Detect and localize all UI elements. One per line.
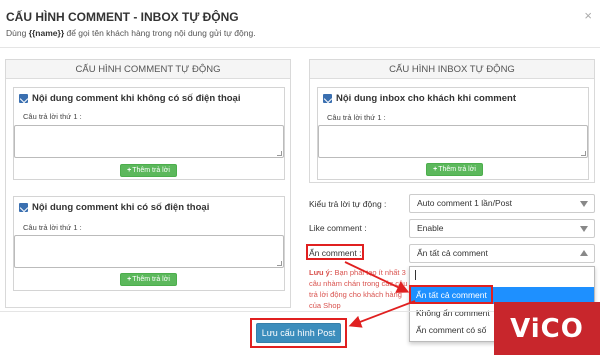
add-reply-button[interactable]: +Thêm trả lời (426, 163, 483, 176)
modal-subtitle: Dùng {{name}} để gọi tên khách hàng tron… (6, 28, 256, 38)
resize-grip-icon[interactable] (277, 261, 282, 266)
reply-type-label: Kiểu trả lời tự động : (309, 199, 387, 209)
inbox-textarea[interactable] (318, 125, 588, 158)
add-reply-button[interactable]: +Thêm trả lời (120, 164, 177, 177)
comment-phone-box: Nội dung comment khi có số điện thoại Câ… (13, 196, 285, 291)
inbox-panel-heading: CẤU HÌNH INBOX TỰ ĐỘNG (310, 60, 594, 79)
vico-logo: ViCO (494, 302, 600, 355)
comment-config-panel: CẤU HÌNH COMMENT TỰ ĐỘNG Nội dung commen… (5, 59, 291, 308)
edit-icon (19, 94, 28, 103)
highlight-save-button (250, 318, 347, 348)
reply-type-select[interactable]: Auto comment 1 lần/Post (409, 194, 595, 213)
inbox-title-text: Nội dung inbox cho khách khi comment (336, 93, 516, 104)
highlight-hide-all-option (409, 285, 493, 304)
hide-comment-select[interactable]: Ẩn tất cả comment (409, 244, 595, 263)
comment-phone-title: Nội dung comment khi có số điện thoại (19, 202, 209, 213)
plus-icon: + (127, 167, 132, 174)
add-reply-button-label: Thêm trả lời (132, 276, 170, 283)
comment-no-phone-textarea[interactable] (14, 125, 284, 158)
comment-no-phone-box: Nội dung comment khi không có số điện th… (13, 87, 285, 180)
subtitle-token: {{name}} (28, 28, 65, 38)
comment-phone-textarea[interactable] (14, 235, 284, 268)
subtitle-prefix: Dùng (6, 28, 29, 38)
chevron-down-icon (580, 226, 588, 232)
answer-label: Câu trả lời thứ 1 : (23, 223, 82, 232)
close-icon[interactable]: × (584, 8, 592, 23)
logo-text: ViCO (510, 313, 584, 344)
comment-no-phone-title: Nội dung comment khi không có số điện th… (19, 93, 240, 104)
hide-comment-value: Ẩn tất cả comment (417, 248, 488, 258)
answer-label: Câu trả lời thứ 1 : (23, 112, 82, 121)
add-reply-button-label: Thêm trả lời (438, 166, 476, 173)
highlight-hide-label (306, 244, 364, 260)
like-comment-select[interactable]: Enable (409, 219, 595, 238)
chevron-up-icon (580, 250, 588, 256)
chevron-down-icon (580, 201, 588, 207)
add-reply-button[interactable]: +Thêm trả lời (120, 273, 177, 286)
comment-no-phone-title-text: Nội dung comment khi không có số điện th… (32, 93, 241, 104)
plus-icon: + (127, 276, 132, 283)
answer-label: Câu trả lời thứ 1 : (327, 113, 386, 122)
resize-grip-icon[interactable] (581, 151, 586, 156)
note-text: Lưu ý: Bạn phải tạo ít nhất 3 câu nhàm c… (309, 267, 415, 311)
edit-icon (19, 203, 28, 212)
modal-header: CẤU HÌNH COMMENT - INBOX TỰ ĐỘNG Dùng {{… (0, 0, 600, 48)
comment-panel-heading: CẤU HÌNH COMMENT TỰ ĐỘNG (6, 60, 290, 79)
resize-grip-icon[interactable] (277, 151, 282, 156)
like-comment-label: Like comment : (309, 223, 367, 233)
add-reply-button-label: Thêm trả lời (132, 167, 170, 174)
inbox-config-panel: CẤU HÌNH INBOX TỰ ĐỘNG Nội dung inbox ch… (309, 59, 595, 183)
note-bold: Lưu ý: (309, 268, 333, 277)
plus-icon: + (433, 166, 438, 173)
inbox-title: Nội dung inbox cho khách khi comment (323, 93, 516, 104)
like-comment-value: Enable (417, 223, 444, 233)
comment-phone-title-text: Nội dung comment khi có số điện thoại (32, 202, 210, 213)
subtitle-suffix: để gọi tên khách hàng trong nội dung gửi… (64, 28, 256, 38)
modal-title: CẤU HÌNH COMMENT - INBOX TỰ ĐỘNG (6, 10, 239, 24)
text-cursor (415, 270, 416, 280)
inbox-box: Nội dung inbox cho khách khi comment Câu… (317, 87, 589, 180)
reply-type-value: Auto comment 1 lần/Post (417, 198, 512, 208)
edit-icon (323, 94, 332, 103)
